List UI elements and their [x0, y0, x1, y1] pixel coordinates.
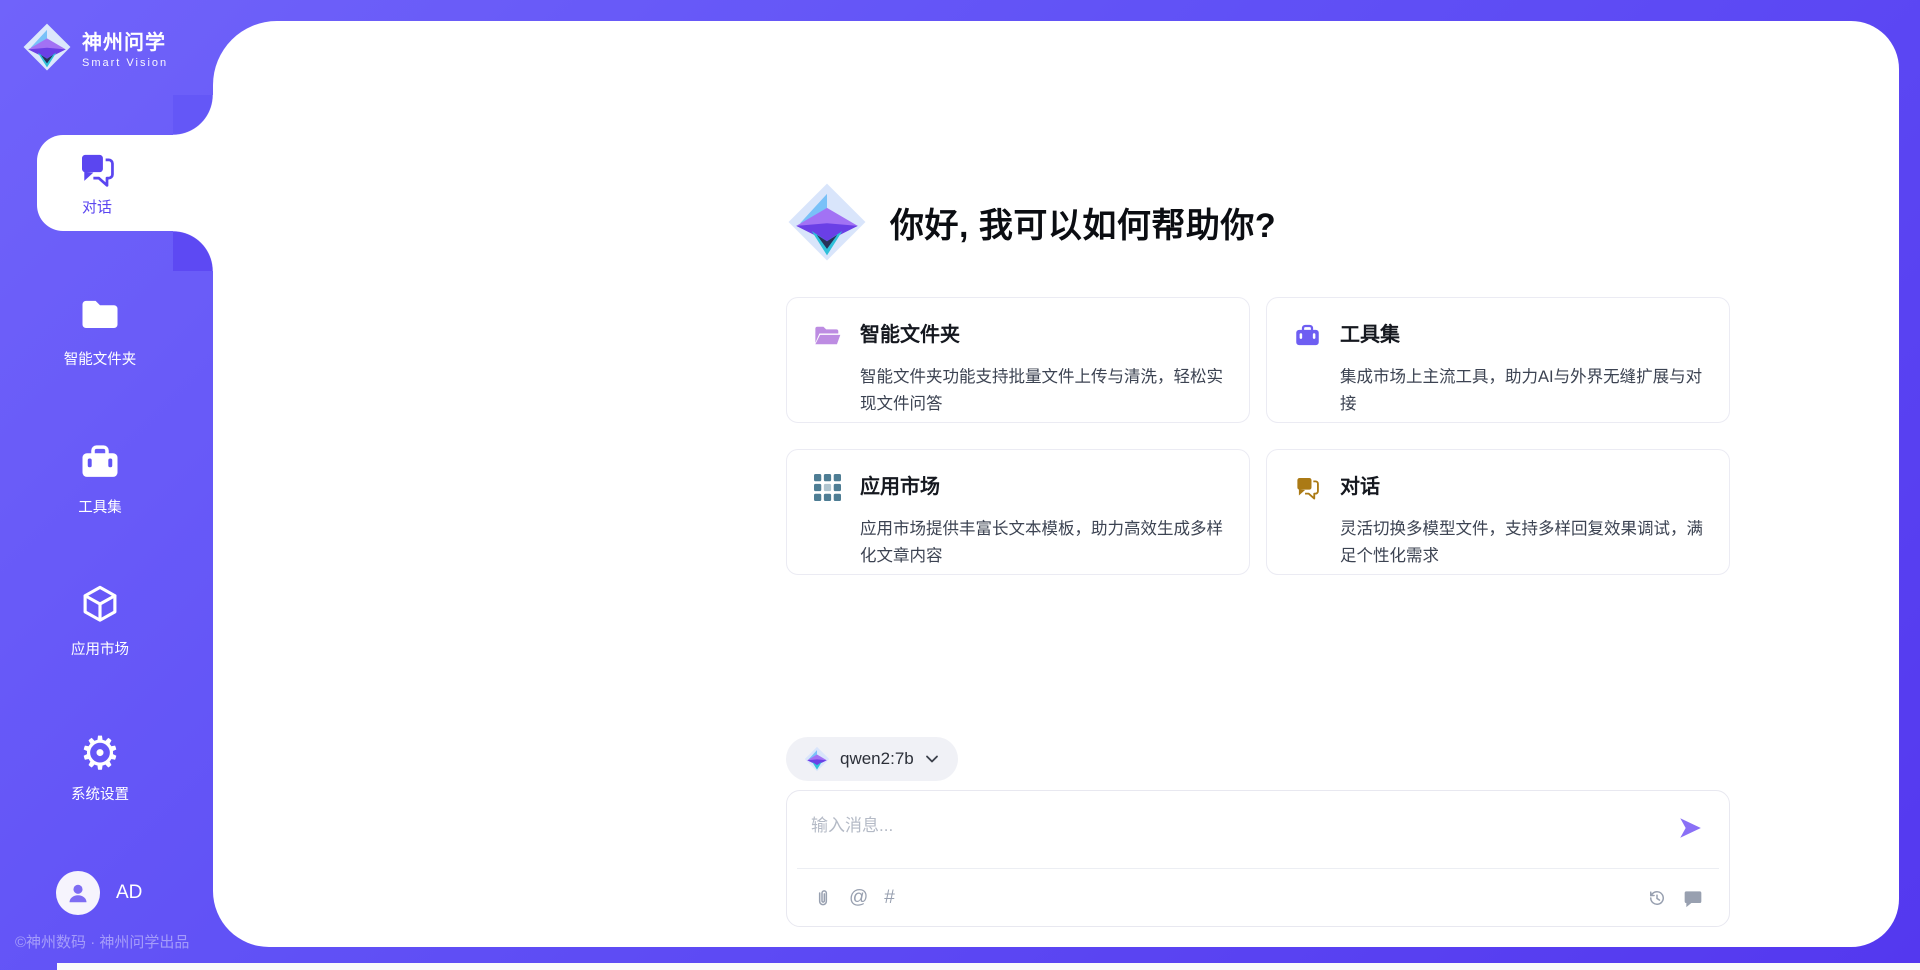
- sidebar-footer: ©神州数码 · 神州问学出品: [15, 931, 189, 952]
- card-title: 应用市场: [860, 474, 1225, 510]
- history-icon[interactable]: [1647, 888, 1667, 908]
- user-account[interactable]: AD: [56, 871, 142, 915]
- diamond-logo-icon: [804, 746, 830, 772]
- card-description: 灵活切换多模型文件，支持多样回复效果调试，满足个性化需求: [1340, 516, 1705, 574]
- sidebar-item-label: 应用市场: [0, 638, 200, 659]
- composer-toolbar-right: [1647, 888, 1703, 908]
- user-initials: AD: [116, 882, 142, 904]
- toolbox-icon: [1294, 322, 1340, 358]
- person-icon: [65, 880, 91, 906]
- sidebar-item-app-market[interactable]: 应用市场: [0, 583, 200, 659]
- sidebar-item-label: 对话: [82, 196, 112, 217]
- gear-icon: ⚙: [0, 731, 200, 775]
- sidebar-item-smart-folder[interactable]: 智能文件夹: [0, 293, 200, 369]
- greeting-block: 你好, 我可以如何帮助你?: [786, 181, 1276, 263]
- sidebar-item-toolset[interactable]: 工具集: [0, 441, 200, 517]
- avatar: [56, 871, 100, 915]
- sidebar-item-settings[interactable]: ⚙ 系统设置: [0, 731, 200, 804]
- toolbox-icon: [79, 470, 121, 487]
- greeting-title: 你好, 我可以如何帮助你?: [890, 198, 1276, 247]
- send-icon[interactable]: [1677, 815, 1703, 841]
- model-selector[interactable]: qwen2:7b: [786, 737, 958, 781]
- tab-fillet-top: [173, 95, 213, 135]
- sidebar: 神州问学 Smart Vision 对话 智能文件夹: [0, 0, 213, 970]
- card-description: 智能文件夹功能支持批量文件上传与清洗，轻松实现文件问答: [860, 364, 1225, 422]
- composer-toolbar: @ #: [797, 868, 1719, 926]
- chat-square-icon[interactable]: [1683, 888, 1703, 908]
- chat-bubbles-icon: [77, 149, 117, 194]
- diamond-logo-icon: [22, 22, 72, 72]
- card-smart-folder[interactable]: 智能文件夹 智能文件夹功能支持批量文件上传与清洗，轻松实现文件问答: [786, 297, 1250, 423]
- brand: 神州问学 Smart Vision: [22, 22, 168, 72]
- tab-fillet-bottom: [173, 231, 213, 271]
- card-title: 对话: [1340, 474, 1705, 510]
- card-chat[interactable]: 对话 灵活切换多模型文件，支持多样回复效果调试，满足个性化需求: [1266, 449, 1730, 575]
- diamond-logo-icon: [786, 181, 868, 263]
- message-composer: @ #: [786, 790, 1730, 927]
- card-description: 应用市场提供丰富长文本模板，助力高效生成多样化文章内容: [860, 516, 1225, 574]
- grid-icon: [814, 474, 860, 510]
- message-input[interactable]: [791, 795, 1641, 865]
- card-title: 智能文件夹: [860, 322, 1225, 358]
- folder-open-icon: [814, 322, 860, 358]
- sidebar-item-label: 系统设置: [0, 783, 200, 804]
- horizontal-scrollbar[interactable]: [57, 963, 1920, 970]
- at-sign-icon[interactable]: @: [849, 888, 868, 908]
- card-toolset[interactable]: 工具集 集成市场上主流工具，助力AI与外界无缝扩展与对接: [1266, 297, 1730, 423]
- hash-icon[interactable]: #: [884, 888, 895, 908]
- card-description: 集成市场上主流工具，助力AI与外界无缝扩展与对接: [1340, 364, 1705, 422]
- card-app-market[interactable]: 应用市场 应用市场提供丰富长文本模板，助力高效生成多样化文章内容: [786, 449, 1250, 575]
- model-name: qwen2:7b: [840, 749, 914, 769]
- chevron-down-icon[interactable]: [924, 751, 940, 767]
- brand-subtitle: Smart Vision: [82, 57, 168, 69]
- brand-name: 神州问学: [82, 26, 168, 55]
- sidebar-item-label: 工具集: [0, 496, 200, 517]
- folder-icon: [79, 322, 121, 339]
- sidebar-item-label: 智能文件夹: [0, 348, 200, 369]
- shortcut-cards: 智能文件夹 智能文件夹功能支持批量文件上传与清洗，轻松实现文件问答 工具集 集成…: [786, 297, 1730, 575]
- card-title: 工具集: [1340, 322, 1705, 358]
- sidebar-item-chat[interactable]: 对话: [37, 135, 213, 231]
- main-panel: 你好, 我可以如何帮助你? 智能文件夹 智能文件夹功能支持批量文件上传与清洗，轻…: [213, 21, 1899, 947]
- paperclip-icon[interactable]: [813, 888, 833, 908]
- cube-icon: [79, 612, 121, 629]
- chat-bubbles-icon: [1294, 474, 1340, 510]
